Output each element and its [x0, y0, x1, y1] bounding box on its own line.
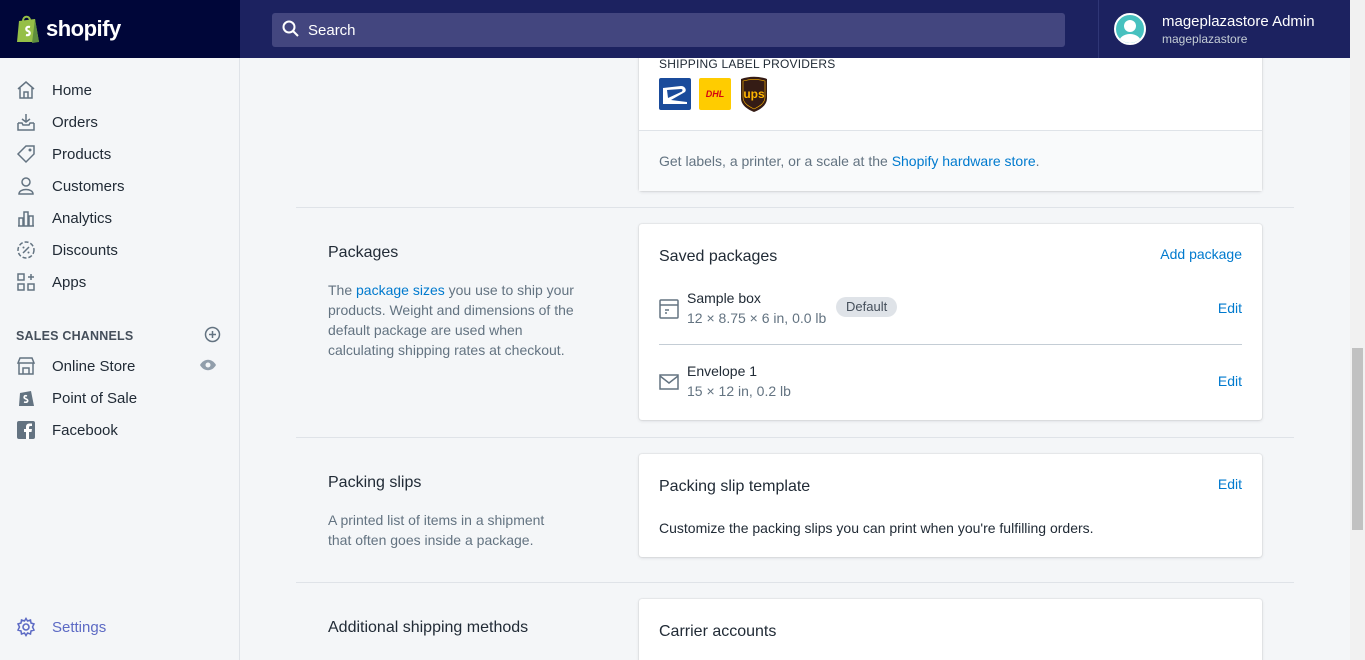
sidebar-item-apps[interactable]: Apps — [0, 266, 239, 298]
usps-logo — [659, 78, 691, 110]
add-channel-icon[interactable] — [204, 326, 221, 346]
carrier-accounts-card: Carrier accounts — [639, 599, 1262, 660]
sidebar: Home Orders Products Customers Analytics… — [0, 58, 240, 660]
carrier-accounts-title: Carrier accounts — [659, 623, 777, 640]
user-menu[interactable]: mageplazastore Admin mageplazastore — [1098, 0, 1350, 58]
sidebar-item-label: Discounts — [52, 241, 118, 259]
saved-packages-card: Saved packages Add package Sample box 12… — [639, 224, 1262, 420]
apps-icon — [16, 272, 36, 292]
sidebar-item-label: Customers — [52, 177, 125, 195]
analytics-icon — [16, 208, 36, 228]
section-divider — [296, 207, 1294, 208]
gear-icon — [16, 617, 36, 637]
sidebar-item-customers[interactable]: Customers — [0, 170, 239, 202]
packing-slip-template-title: Packing slip template — [659, 478, 811, 495]
user-name: mageplazastore Admin — [1162, 12, 1315, 30]
scrollbar-thumb[interactable] — [1352, 348, 1363, 530]
footer-suffix: . — [1035, 153, 1040, 169]
packing-slip-description: Customize the packing slips you can prin… — [659, 520, 1094, 536]
sidebar-item-online-store[interactable]: Online Store — [0, 350, 239, 382]
hardware-store-text: Get labels, a printer, or a scale at the… — [659, 153, 1040, 169]
sidebar-item-discounts[interactable]: Discounts — [0, 234, 239, 266]
edit-packing-slip-button[interactable]: Edit — [1218, 476, 1242, 492]
orders-icon — [16, 112, 36, 132]
edit-package-button[interactable]: Edit — [1218, 373, 1242, 389]
tag-icon — [16, 144, 36, 164]
shipping-labels-card: SHIPPING LABEL PROVIDERS DHL ups Get lab… — [639, 58, 1262, 191]
sidebar-item-facebook[interactable]: Facebook — [0, 414, 239, 446]
package-dimensions: 15 × 12 in, 0.2 lb — [687, 383, 791, 399]
packing-slip-card: Packing slip template Edit Customize the… — [639, 454, 1262, 557]
sales-channels-label: SALES CHANNELS — [16, 329, 134, 343]
home-icon — [16, 80, 36, 100]
envelope-icon — [659, 374, 679, 395]
sales-channels-header: SALES CHANNELS — [16, 326, 221, 346]
sidebar-item-label: Facebook — [52, 421, 118, 439]
sidebar-item-products[interactable]: Products — [0, 138, 239, 170]
package-sizes-link[interactable]: package sizes — [356, 282, 445, 298]
top-bar: shopify Search mageplazastore Admin mage… — [0, 0, 1350, 58]
sidebar-item-point-of-sale[interactable]: Point of Sale — [0, 382, 239, 414]
sidebar-item-label: Orders — [52, 113, 98, 131]
packing-slips-title: Packing slips — [328, 474, 422, 491]
providers-heading: SHIPPING LABEL PROVIDERS — [659, 58, 836, 71]
package-divider — [659, 344, 1242, 345]
avatar — [1114, 13, 1146, 45]
package-name: Sample box — [687, 290, 761, 306]
additional-shipping-title: Additional shipping methods — [328, 619, 529, 636]
main-content: SHIPPING LABEL PROVIDERS DHL ups Get lab… — [240, 58, 1350, 660]
sidebar-item-analytics[interactable]: Analytics — [0, 202, 239, 234]
ups-logo: ups — [739, 76, 769, 112]
packing-slips-description: A printed list of items in a shipment th… — [328, 512, 545, 548]
sidebar-item-label: Online Store — [52, 357, 136, 375]
footer-prefix: Get labels, a printer, or a scale at the — [659, 153, 892, 169]
package-name: Envelope 1 — [687, 363, 758, 379]
person-icon — [16, 176, 36, 196]
add-package-link[interactable]: Add package — [1160, 246, 1242, 262]
sidebar-item-label: Apps — [52, 273, 87, 291]
package-dimensions: 12 × 8.75 × 6 in, 0.0 lb — [687, 310, 827, 326]
eye-icon[interactable] — [199, 358, 217, 375]
sidebar-item-label: Products — [52, 145, 112, 163]
saved-packages-title: Saved packages — [659, 248, 778, 265]
store-icon — [16, 356, 36, 376]
search-input[interactable]: Search — [308, 22, 356, 39]
desc-prefix: The — [328, 282, 357, 298]
facebook-icon — [16, 420, 36, 440]
sidebar-item-orders[interactable]: Orders — [0, 106, 239, 138]
sidebar-item-label: Point of Sale — [52, 389, 138, 407]
sidebar-item-settings[interactable]: Settings — [0, 611, 239, 643]
sidebar-item-label: Settings — [52, 618, 107, 636]
hardware-store-link[interactable]: Shopify hardware store — [892, 153, 1036, 169]
packages-title: Packages — [328, 244, 399, 261]
sidebar-item-label: Analytics — [52, 209, 113, 227]
section-divider — [296, 437, 1294, 438]
pos-icon — [16, 388, 36, 408]
brand-name: shopify — [46, 16, 121, 41]
box-icon — [659, 298, 679, 325]
search-icon — [282, 20, 299, 41]
dhl-logo-text: DHL — [705, 89, 725, 99]
dhl-logo: DHL — [699, 78, 731, 110]
ups-logo-text: ups — [743, 87, 765, 101]
edit-package-button[interactable]: Edit — [1218, 300, 1242, 316]
sidebar-item-home[interactable]: Home — [0, 74, 239, 106]
shopify-logo[interactable]: shopify — [0, 0, 240, 58]
default-badge: Default — [836, 297, 898, 317]
sidebar-item-label: Home — [52, 81, 93, 99]
scrollbar[interactable] — [1350, 0, 1365, 660]
search-bar[interactable]: Search — [272, 13, 1065, 47]
store-name: mageplazastore — [1162, 31, 1248, 46]
shopify-bag-icon — [15, 14, 41, 44]
section-divider — [296, 582, 1294, 583]
packages-description: The package sizes you use to ship your p… — [328, 280, 578, 360]
discount-icon — [16, 240, 36, 260]
